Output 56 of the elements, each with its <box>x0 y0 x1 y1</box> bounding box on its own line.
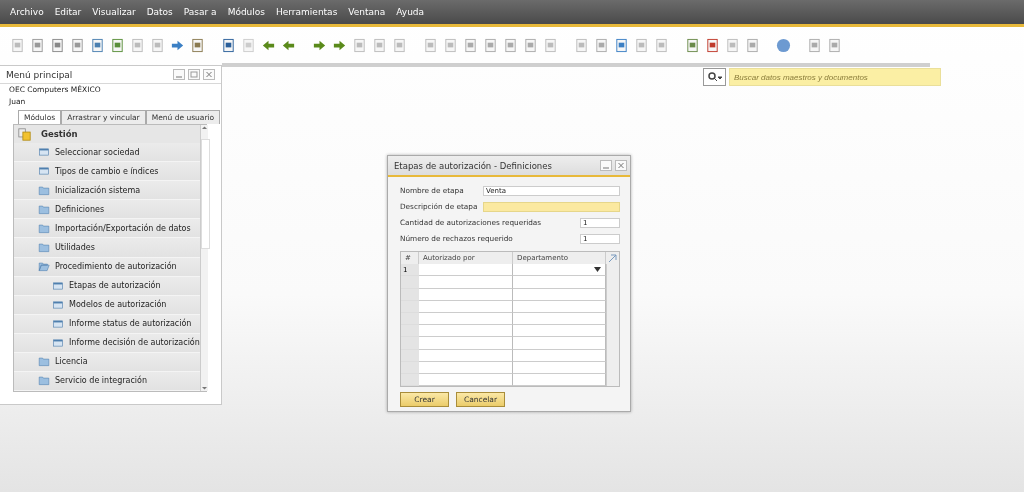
module-title[interactable]: Gestión <box>41 129 78 140</box>
menu-item[interactable]: Editar <box>54 7 82 17</box>
document-icon[interactable] <box>807 37 822 53</box>
module-icon <box>18 127 31 141</box>
document-icon[interactable] <box>423 37 438 53</box>
menu-item[interactable]: Archivo <box>10 7 44 17</box>
row-header <box>401 325 419 338</box>
document-icon[interactable] <box>827 37 842 53</box>
menu-item[interactable]: Licencia <box>55 357 88 367</box>
menu-item[interactable]: Módulos <box>227 7 265 17</box>
search-button[interactable] <box>703 68 726 86</box>
close-button[interactable] <box>615 160 627 171</box>
minimize-button[interactable] <box>600 160 612 171</box>
document-icon[interactable] <box>483 37 498 53</box>
document-icon[interactable] <box>130 37 145 53</box>
scrollbar[interactable] <box>199 125 208 391</box>
table-cell[interactable] <box>419 288 513 301</box>
table-cell[interactable] <box>419 276 513 289</box>
row-header <box>401 276 419 289</box>
table-cell[interactable] <box>513 264 606 277</box>
table-cell[interactable] <box>419 349 513 362</box>
minimize-button[interactable] <box>173 69 185 80</box>
document-icon[interactable] <box>10 37 25 53</box>
table-cell[interactable] <box>419 325 513 338</box>
document-icon[interactable] <box>594 37 609 53</box>
document-icon[interactable] <box>543 37 558 53</box>
menu-item[interactable]: Visualizar <box>92 7 136 17</box>
expand-icon[interactable] <box>608 253 617 263</box>
table-cell[interactable] <box>419 312 513 326</box>
document-icon[interactable] <box>150 37 165 53</box>
menu-item[interactable]: Ventana <box>348 7 386 17</box>
document-icon[interactable] <box>443 37 458 53</box>
dialog-title: Etapas de autorización - Definiciones <box>394 160 552 171</box>
search-field[interactable]: Buscar datos maestros y documentos <box>729 68 941 86</box>
maximize-button[interactable] <box>188 69 200 80</box>
scrollbar[interactable] <box>606 264 619 387</box>
close-button[interactable] <box>203 69 215 80</box>
menu-item[interactable]: Definiciones <box>55 204 105 214</box>
dropdown-icon[interactable] <box>594 267 601 273</box>
table-cell[interactable] <box>419 361 513 374</box>
document-icon[interactable] <box>241 37 256 53</box>
panel-title: Menú principal <box>6 69 73 80</box>
document-icon[interactable] <box>463 37 478 53</box>
table-cell[interactable] <box>419 337 513 350</box>
menu-item[interactable]: Herramientas <box>276 7 338 17</box>
document-icon[interactable] <box>523 37 538 53</box>
table-cell[interactable] <box>419 300 513 313</box>
menu-item[interactable]: Pasar a <box>183 7 217 17</box>
menu-item[interactable]: Ayuda <box>396 7 425 17</box>
menu-item[interactable]: Utilidades <box>55 243 95 252</box>
menu-item[interactable]: Datos <box>146 7 173 17</box>
table-cell[interactable] <box>419 373 513 387</box>
scroll-down-icon[interactable] <box>200 385 208 391</box>
table-cell[interactable] <box>419 264 513 277</box>
row-header <box>401 337 419 350</box>
input-field[interactable] <box>483 201 620 212</box>
